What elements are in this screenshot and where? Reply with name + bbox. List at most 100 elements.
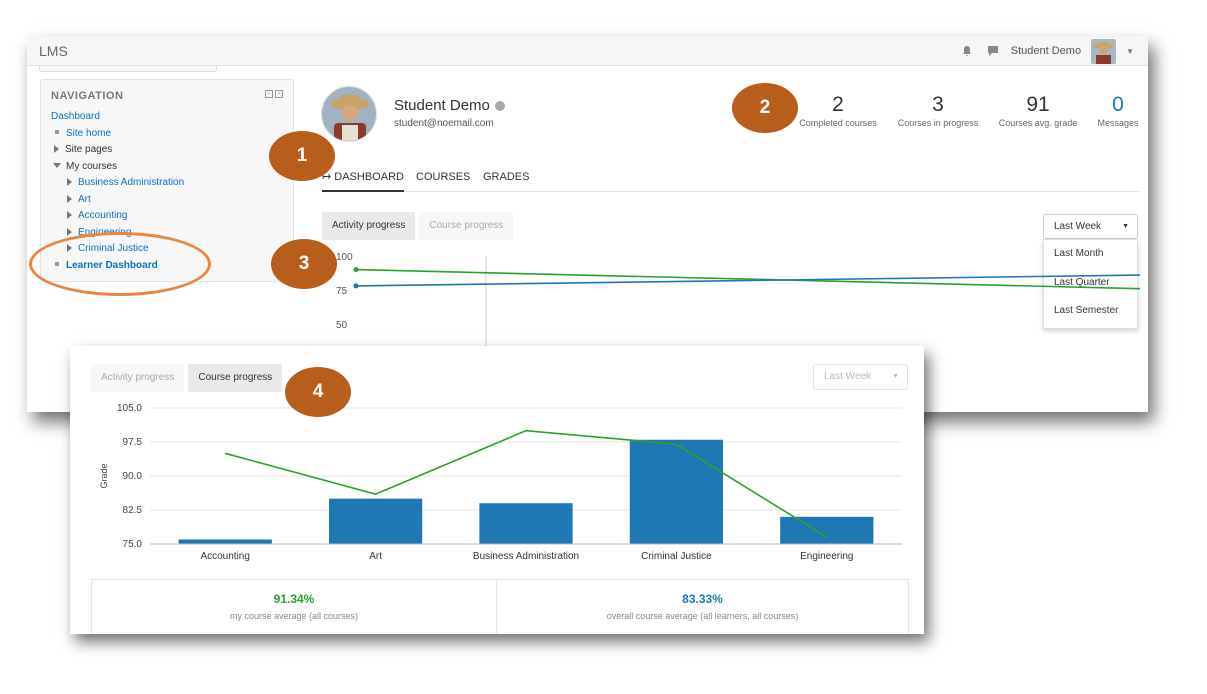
activity-progress-button[interactable]: Activity progress — [322, 212, 416, 240]
x-tick-label: Business Administration — [473, 551, 579, 562]
hide-block-icon[interactable]: ‹ — [275, 90, 283, 98]
nav-item-my-courses[interactable]: My courses — [51, 159, 184, 176]
x-tick-label: Accounting — [200, 551, 249, 562]
series-point — [353, 267, 359, 273]
series-point — [353, 283, 359, 289]
annotation-marker-1: 1 — [269, 131, 335, 181]
collapse-arrow-icon[interactable] — [53, 162, 61, 168]
block-controls: − ‹ — [265, 90, 283, 98]
y-tick-label: 100 — [336, 252, 353, 263]
nav-item-label: Dashboard — [51, 111, 100, 122]
top-navbar: LMS Student Demo ▼ — [27, 36, 1148, 66]
navbar-user-name[interactable]: Student Demo — [1011, 45, 1081, 57]
nav-item-site-pages[interactable]: Site pages — [51, 142, 184, 159]
stat-value: 2 — [832, 93, 844, 116]
x-tick-label: Engineering — [800, 551, 853, 562]
y-tick-label: 50 — [336, 320, 348, 331]
nav-item-art[interactable]: Art — [51, 192, 184, 209]
progress-toggle: Activity progress Course progress — [322, 212, 514, 240]
bell-icon[interactable] — [959, 43, 975, 59]
period-select[interactable]: Last Week ▼ — [813, 364, 908, 390]
bar — [479, 503, 573, 544]
course-progress-button[interactable]: Course progress — [419, 212, 514, 240]
nav-item-dashboard[interactable]: Dashboard — [51, 109, 184, 126]
stat-value: 91 — [1026, 93, 1050, 116]
nav-item-site-home[interactable]: Site home — [51, 126, 184, 143]
stat-messages[interactable]: 0 Messages — [1093, 92, 1143, 128]
profile-avatar[interactable] — [321, 86, 377, 142]
bullet-icon — [55, 129, 59, 134]
course-progress-card: Activity progress Course progress Last W… — [70, 346, 924, 634]
dashboard-tabs: ↦ DASHBOARD COURSES GRADES — [322, 170, 1140, 192]
expand-arrow-icon[interactable] — [67, 211, 72, 220]
bar — [328, 498, 423, 544]
profile-name: Student Demo — [394, 97, 505, 114]
activity-progress-button[interactable]: Activity progress — [91, 364, 185, 392]
app-brand[interactable]: LMS — [39, 43, 68, 59]
expand-arrow-icon[interactable] — [67, 178, 72, 187]
stat-value: 0 — [1112, 93, 1124, 116]
tab-label: GRADES — [483, 171, 530, 183]
tab-label: COURSES — [416, 171, 471, 183]
stat-completed-courses[interactable]: 2 Completed courses — [795, 92, 881, 128]
stat-label: Messages — [1097, 118, 1139, 128]
my-course-average: 91.34% my course average (all courses) — [91, 579, 497, 634]
sidebar-tab-stub — [39, 66, 217, 72]
nav-item-accounting[interactable]: Accounting — [51, 208, 184, 225]
highlight-ellipse — [29, 232, 211, 296]
y-tick-label: 97.5 — [123, 437, 143, 448]
period-select[interactable]: Last Week ▼ — [1043, 214, 1138, 239]
my-average-value: 91.34% — [273, 592, 315, 606]
tab-grades[interactable]: GRADES — [483, 170, 529, 192]
nav-item-label: Business Administration — [78, 177, 185, 188]
bar — [629, 439, 724, 544]
stat-courses-avg-grade[interactable]: 91 Courses avg. grade — [994, 92, 1082, 128]
user-menu-chevron-down-icon[interactable]: ▼ — [1126, 47, 1134, 56]
annotation-marker-4: 4 — [285, 367, 351, 417]
series-line-1 — [355, 274, 1141, 287]
x-tick-label: Art — [369, 551, 382, 562]
y-tick-label: 82.5 — [123, 505, 143, 516]
stat-courses-in-progress[interactable]: 3 Courses in progress — [893, 92, 983, 128]
tab-label: DASHBOARD — [334, 171, 404, 183]
profile-name-text: Student Demo — [394, 97, 490, 114]
bar — [178, 539, 272, 544]
expand-arrow-icon[interactable] — [67, 227, 72, 236]
navigation-title: NAVIGATION — [51, 90, 124, 102]
nav-item-label: Site home — [66, 127, 112, 139]
chevron-down-icon: ▼ — [892, 373, 899, 380]
nav-item-label: My courses — [66, 160, 118, 172]
course-progress-chart: 105.0 97.5 90.0 82.5 75.0 Grade Accounting Art B… — [99, 403, 902, 562]
nav-item-business-administration[interactable]: Business Administration — [51, 175, 184, 192]
nav-item-label: Art — [78, 193, 91, 205]
y-axis-label: Grade — [99, 463, 109, 488]
navbar-avatar[interactable] — [1091, 38, 1117, 64]
chat-icon[interactable] — [985, 43, 1001, 59]
y-tick-label: 75 — [336, 286, 348, 297]
period-select-value: Last Week — [1054, 221, 1102, 232]
expand-arrow-icon[interactable] — [54, 145, 59, 154]
dock-block-icon[interactable]: − — [265, 90, 273, 98]
series-line-0 — [355, 268, 1141, 290]
overall-average-value: 83.33% — [682, 592, 723, 606]
y-tick-label: 105.0 — [117, 403, 142, 414]
nav-item-label: Accounting — [78, 210, 128, 221]
chevron-down-icon: ▼ — [1122, 223, 1129, 230]
x-tick-label: Criminal Justice — [641, 551, 712, 562]
stat-value: 3 — [932, 93, 944, 116]
course-progress-button[interactable]: Course progress — [188, 364, 283, 392]
y-tick-label: 75.0 — [123, 539, 143, 550]
stat-label: Courses in progress — [897, 118, 979, 128]
profile-email: student@noemail.com — [394, 118, 494, 129]
annotation-marker-2: 2 — [732, 83, 798, 133]
tab-courses[interactable]: COURSES — [416, 170, 470, 192]
bar — [780, 516, 874, 544]
my-average-label: my course average (all courses) — [229, 611, 359, 621]
tab-dashboard[interactable]: ↦ DASHBOARD — [322, 170, 404, 192]
expand-arrow-icon[interactable] — [67, 194, 72, 203]
nav-item-label: Site pages — [65, 144, 113, 155]
navbar-user-area: Student Demo ▼ — [959, 36, 1134, 66]
period-select-value: Last Week — [824, 371, 872, 382]
overall-course-average: 83.33% overall course average (all learn… — [496, 579, 909, 634]
stat-label: Completed courses — [799, 118, 877, 128]
